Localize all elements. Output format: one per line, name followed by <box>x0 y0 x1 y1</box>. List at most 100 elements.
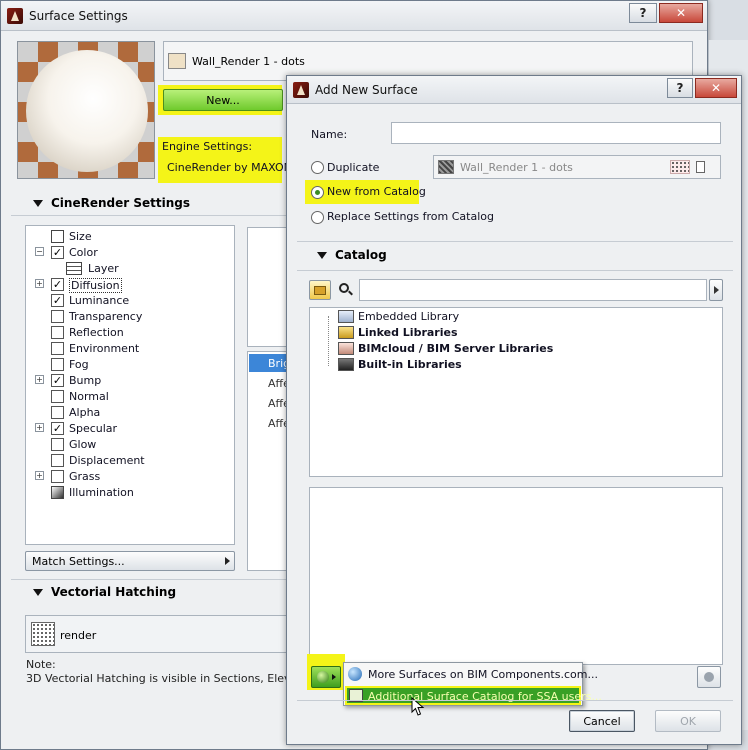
hatch-pattern-swatch <box>31 622 55 646</box>
library-item[interactable]: Embedded Library <box>358 310 459 323</box>
section-divider <box>297 700 733 701</box>
section-divider <box>297 270 733 271</box>
duplicate-source-name: Wall_Render 1 - dots <box>460 161 573 174</box>
channel-checkbox[interactable]: ✓ <box>51 422 64 435</box>
channel-checkbox[interactable] <box>51 454 64 467</box>
note-text: 3D Vectorial Hatching is visible in Sect… <box>26 672 328 685</box>
arrow-right-icon <box>713 286 719 294</box>
embedded-library-icon <box>338 310 354 323</box>
channel-label[interactable]: Alpha <box>69 406 100 419</box>
channel-checkbox[interactable]: ✓ <box>51 246 64 259</box>
channel-checkbox[interactable]: ✓ <box>51 294 64 307</box>
catalog-heading[interactable]: Catalog <box>317 248 387 262</box>
channel-label[interactable]: Transparency <box>69 310 142 323</box>
channel-label[interactable]: Layer <box>88 262 119 275</box>
duplicate-radio[interactable] <box>311 161 324 174</box>
arrow-right-icon <box>225 557 230 565</box>
channel-label[interactable]: Fog <box>69 358 89 371</box>
collapse-triangle-icon <box>33 199 43 207</box>
replace-settings-label[interactable]: Replace Settings from Catalog <box>327 210 494 223</box>
channel-label[interactable]: Displacement <box>69 454 145 467</box>
info-icon <box>704 672 714 682</box>
channel-checkbox[interactable]: ✓ <box>51 278 64 291</box>
hatch-name: render <box>60 629 97 642</box>
ok-button[interactable]: OK <box>655 710 721 732</box>
library-item[interactable]: Linked Libraries <box>358 326 458 339</box>
channel-label[interactable]: Illumination <box>69 486 134 499</box>
channel-checkbox[interactable] <box>51 326 64 339</box>
linked-library-icon <box>338 326 354 339</box>
replace-settings-radio[interactable] <box>311 211 324 224</box>
channel-checkbox[interactable] <box>51 406 64 419</box>
channel-checkbox[interactable] <box>51 390 64 403</box>
more-surfaces-menu-button[interactable] <box>311 666 341 688</box>
close-button[interactable]: ✕ <box>659 3 703 23</box>
channel-checkbox[interactable]: ✓ <box>51 374 64 387</box>
arrow-right-icon <box>331 674 336 680</box>
source-pattern-swatch <box>670 160 690 174</box>
close-button[interactable]: ✕ <box>695 78 737 98</box>
engine-settings-value[interactable]: CineRender by MAXON <box>167 161 292 174</box>
material-preview <box>17 41 155 179</box>
channel-checkbox[interactable] <box>51 358 64 371</box>
channel-checkbox[interactable] <box>51 470 64 483</box>
duplicate-label[interactable]: Duplicate <box>327 161 379 174</box>
tree-expand-icon[interactable]: + <box>35 279 44 288</box>
source-swatch <box>438 160 454 174</box>
cancel-button[interactable]: Cancel <box>569 710 635 732</box>
channel-label[interactable]: Specular <box>69 422 117 435</box>
channel-label[interactable]: Grass <box>69 470 100 483</box>
tree-expand-icon[interactable]: + <box>35 471 44 480</box>
library-item[interactable]: BIMcloud / BIM Server Libraries <box>358 342 553 355</box>
tree-expand-icon[interactable]: − <box>35 247 44 256</box>
vectorial-hatching-heading[interactable]: Vectorial Hatching <box>33 585 176 599</box>
name-label: Name: <box>311 128 348 141</box>
engine-settings-label: Engine Settings: <box>162 140 253 153</box>
menu-item-ssa-catalog[interactable]: Additional Surface Catalog for SSA users… <box>345 686 602 705</box>
channel-checkbox[interactable] <box>51 342 64 355</box>
tree-expand-icon[interactable]: + <box>35 423 44 432</box>
library-tree: Embedded Library Linked Libraries BIMclo… <box>309 307 723 477</box>
tree-expand-icon[interactable]: + <box>35 375 44 384</box>
channel-label[interactable]: Environment <box>69 342 139 355</box>
search-options-button[interactable] <box>709 279 723 301</box>
channel-checkbox[interactable] <box>51 438 64 451</box>
channel-label[interactable]: Diffusion <box>69 278 122 293</box>
help-button[interactable]: ? <box>629 3 657 23</box>
cinerender-heading-label: CineRender Settings <box>51 196 190 210</box>
vectorial-hatching-label: Vectorial Hatching <box>51 585 177 599</box>
new-from-catalog-label[interactable]: New from Catalog <box>327 185 426 198</box>
library-folder-button[interactable] <box>309 280 331 300</box>
info-button[interactable] <box>697 666 721 688</box>
library-item[interactable]: Built-in Libraries <box>358 358 462 371</box>
hatch-pattern-field[interactable]: render <box>25 615 295 653</box>
window-title: Surface Settings <box>29 8 128 23</box>
help-button[interactable]: ? <box>667 78 693 98</box>
new-surface-button[interactable]: New... <box>163 89 283 111</box>
folder-icon <box>314 285 326 295</box>
surface-name-input[interactable] <box>391 122 721 144</box>
catalog-search-input[interactable] <box>359 279 707 301</box>
bimcloud-library-icon <box>338 342 354 355</box>
surface-name: Wall_Render 1 - dots <box>192 55 305 68</box>
channel-label[interactable]: Luminance <box>69 294 129 307</box>
dialog-title: Add New Surface <box>315 82 418 97</box>
channel-label[interactable]: Size <box>69 230 92 243</box>
cinerender-settings-heading[interactable]: CineRender Settings <box>33 196 190 210</box>
channel-label[interactable]: Color <box>69 246 98 259</box>
archicad-app-icon <box>293 81 309 98</box>
bim-components-globe-icon <box>348 667 362 681</box>
new-from-catalog-radio[interactable] <box>311 186 324 199</box>
channel-label[interactable]: Bump <box>69 374 101 387</box>
collapse-triangle-icon <box>33 588 43 596</box>
surface-color-swatch <box>168 53 186 69</box>
note-label: Note: <box>26 658 56 671</box>
channel-icon <box>51 230 64 243</box>
channel-checkbox[interactable] <box>51 310 64 323</box>
channel-label[interactable]: Normal <box>69 390 109 403</box>
match-settings-button[interactable]: Match Settings... <box>25 551 235 571</box>
channel-label[interactable]: Glow <box>69 438 96 451</box>
menu-item-bim-components[interactable]: More Surfaces on BIM Components.com... <box>368 668 598 681</box>
duplicate-source-field[interactable]: Wall_Render 1 - dots <box>433 155 721 179</box>
channel-label[interactable]: Reflection <box>69 326 124 339</box>
